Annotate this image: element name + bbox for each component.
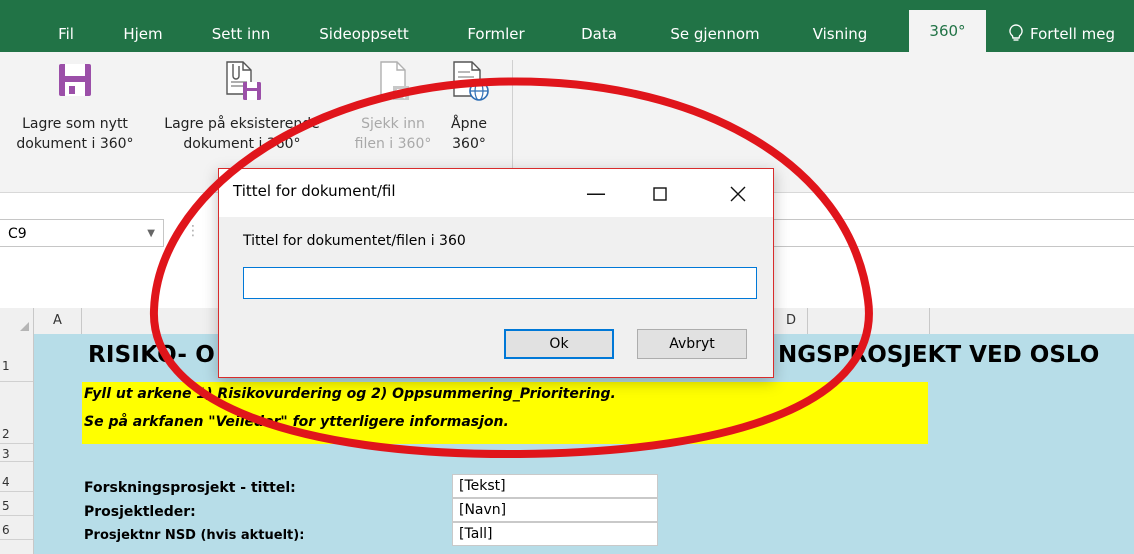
maximize-icon[interactable] xyxy=(645,179,675,207)
column-header-a[interactable]: A xyxy=(34,308,82,334)
name-box[interactable]: C9 ▼ xyxy=(0,219,164,247)
row-headers: 1 2 3 4 5 6 xyxy=(0,334,34,554)
name-box-value: C9 xyxy=(8,226,27,242)
open-web-icon xyxy=(453,61,489,101)
check-in-file-button[interactable]: Sjekk inn filen i 360° xyxy=(352,60,434,154)
dialog-titlebar[interactable]: Tittel for dokument/fil — xyxy=(219,169,773,217)
row-header-3[interactable]: 3 xyxy=(0,444,33,462)
sheet-title-left: RISIKO- O xyxy=(88,342,216,368)
field-value-project-leader[interactable]: [Navn] xyxy=(452,498,658,522)
chevron-down-icon[interactable]: ▼ xyxy=(147,220,155,248)
tab-file[interactable]: Fil xyxy=(40,18,92,52)
field-label-project-leader: Prosjektleder: xyxy=(84,504,196,520)
column-header-d[interactable]: D xyxy=(774,308,808,334)
select-all-icon xyxy=(20,322,29,331)
row-header-1[interactable]: 1 xyxy=(0,334,33,382)
column-header-b[interactable] xyxy=(82,308,218,334)
save-to-existing-icon xyxy=(226,61,261,100)
ribbon-group-separator xyxy=(512,60,513,182)
close-icon[interactable] xyxy=(723,179,753,207)
ribbon-button-label: Lagre som nytt xyxy=(22,116,128,132)
field-value-nsd-number[interactable]: [Tall] xyxy=(452,522,658,546)
ribbon-button-label: dokument i 360° xyxy=(16,136,134,152)
save-icon xyxy=(59,64,91,96)
row-header-2[interactable]: 2 xyxy=(0,382,33,444)
row-header-5[interactable]: 5 xyxy=(0,492,33,516)
tab-home[interactable]: Hjem xyxy=(108,18,178,52)
drag-handle-icon[interactable]: ⋮ xyxy=(186,223,200,239)
ribbon-button-label: Åpne xyxy=(451,116,487,132)
instruction-line: Fyll ut arkene 1) Risikovurdering og 2) … xyxy=(84,386,616,402)
save-as-new-document-button[interactable]: Lagre som nytt dokument i 360° xyxy=(0,60,150,154)
tab-review[interactable]: Se gjennom xyxy=(656,18,774,52)
dialog-prompt: Tittel for dokumentet/filen i 360 xyxy=(243,233,466,249)
ribbon-button-label: 360° xyxy=(452,136,486,152)
lightbulb-icon xyxy=(1009,24,1023,41)
tell-me-label: Fortell meg xyxy=(1030,25,1116,43)
title-dialog: Tittel for dokument/fil — Tittel for dok… xyxy=(218,168,774,378)
sheet-title-right: NGSPROSJEKT VED OSLO xyxy=(778,342,1100,368)
ok-button[interactable]: Ok xyxy=(504,329,614,359)
tab-360[interactable]: 360° xyxy=(909,10,986,52)
tab-insert[interactable]: Sett inn xyxy=(198,18,284,52)
tab-page-layout[interactable]: Sideoppsett xyxy=(300,18,428,52)
minimize-icon[interactable]: — xyxy=(581,179,611,207)
select-all-corner[interactable] xyxy=(0,308,34,334)
column-header-d-cont[interactable] xyxy=(808,308,930,334)
tab-view[interactable]: Visning xyxy=(796,18,884,52)
ribbon-button-label: Lagre på eksisterende xyxy=(164,116,320,132)
row-header-4[interactable]: 4 xyxy=(0,462,33,492)
field-label-project-title: Forskningsprosjekt - tittel: xyxy=(84,480,296,496)
cancel-button[interactable]: Avbryt xyxy=(637,329,747,359)
row-header-6[interactable]: 6 xyxy=(0,516,33,540)
instructions-highlight: Fyll ut arkene 1) Risikovurdering og 2) … xyxy=(82,382,928,444)
tab-data[interactable]: Data xyxy=(566,18,632,52)
dialog-title: Tittel for dokument/fil xyxy=(233,182,396,200)
save-to-existing-document-button[interactable]: Lagre på eksisterende dokument i 360° xyxy=(152,60,332,154)
ribbon-button-label: dokument i 360° xyxy=(183,136,301,152)
ribbon-button-label: filen i 360° xyxy=(354,136,432,152)
instruction-line: Se på arkfanen "Veileder" for ytterliger… xyxy=(84,414,509,430)
document-title-input[interactable] xyxy=(243,267,757,299)
ribbon-button-label: Sjekk inn xyxy=(361,116,425,132)
ribbon-tab-bar: Fil Hjem Sett inn Sideoppsett Formler Da… xyxy=(0,0,1134,52)
field-label-nsd-number: Prosjektnr NSD (hvis aktuelt): xyxy=(84,528,305,543)
tab-formulas[interactable]: Formler xyxy=(450,18,542,52)
open-360-button[interactable]: Åpne 360° xyxy=(438,60,500,154)
check-in-icon xyxy=(380,61,409,100)
tab-tell-me[interactable]: Fortell meg xyxy=(1008,18,1134,52)
field-value-project-title[interactable]: [Tekst] xyxy=(452,474,658,498)
